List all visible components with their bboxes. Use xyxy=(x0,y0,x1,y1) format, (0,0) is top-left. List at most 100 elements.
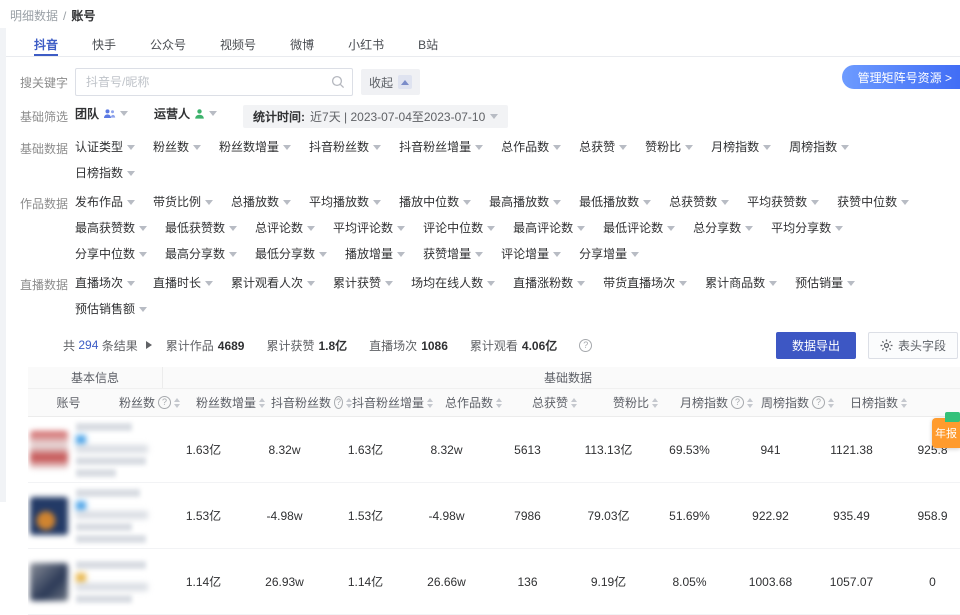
column-header[interactable]: 粉丝数 ? xyxy=(109,389,190,416)
filter-item[interactable]: 最高评论数 xyxy=(513,218,585,238)
manage-matrix-button[interactable]: 管理矩阵号资源 > xyxy=(842,65,960,89)
time-range-filter[interactable]: 统计时间: 近7天 | 2023-07-04至2023-07-10 xyxy=(243,105,508,128)
platform-tab[interactable]: B站 xyxy=(418,36,438,56)
export-data-button[interactable]: 数据导出 xyxy=(776,332,856,359)
filter-item[interactable]: 总评论数 xyxy=(255,218,315,238)
column-header[interactable]: 总获赞 ? xyxy=(514,389,595,416)
filter-item[interactable]: 分享增量 xyxy=(579,244,639,264)
filter-item[interactable]: 预估销量 xyxy=(795,273,855,293)
filter-item[interactable]: 日榜指数 xyxy=(75,163,135,183)
column-header[interactable]: 抖音粉丝数 ? xyxy=(271,389,352,416)
filter-item[interactable]: 认证类型 xyxy=(75,137,135,157)
filter-item[interactable]: 平均分享数 xyxy=(771,218,843,238)
account-cell[interactable] xyxy=(28,489,163,543)
filter-item[interactable]: 月榜指数 xyxy=(711,137,771,157)
filter-item[interactable]: 播放增量 xyxy=(345,244,405,264)
breadcrumb: 明细数据/账号 xyxy=(0,0,960,28)
filter-item[interactable]: 最低获赞数 xyxy=(165,218,237,238)
filter-item[interactable]: 总获赞数 xyxy=(669,192,729,212)
column-info-icon[interactable]: ? xyxy=(334,396,343,409)
filter-item[interactable]: 抖音粉丝数 xyxy=(309,137,381,157)
sort-icon[interactable] xyxy=(259,398,265,408)
team-filter[interactable]: 团队 xyxy=(75,105,128,122)
filter-item[interactable]: 带货比例 xyxy=(153,192,213,212)
filter-item[interactable]: 场均在线人数 xyxy=(411,273,495,293)
sort-icon[interactable] xyxy=(496,398,502,408)
filter-item[interactable]: 最高播放数 xyxy=(489,192,561,212)
platform-tab[interactable]: 视频号 xyxy=(220,36,256,56)
annual-report-badge[interactable]: 年报 xyxy=(932,418,960,448)
sort-icon[interactable] xyxy=(747,398,753,408)
filter-item[interactable]: 粉丝数增量 xyxy=(219,137,291,157)
filter-item[interactable]: 获赞增量 xyxy=(423,244,483,264)
table-row[interactable]: 1.53亿-4.98w1.53亿-4.98w798679.03亿51.69%92… xyxy=(28,483,960,549)
filter-item[interactable]: 带货直播场次 xyxy=(603,273,687,293)
filter-item[interactable]: 发布作品 xyxy=(75,192,135,212)
column-header[interactable]: 抖音粉丝增量 ? xyxy=(352,389,433,416)
filter-item[interactable]: 平均获赞数 xyxy=(747,192,819,212)
filter-item[interactable]: 平均评论数 xyxy=(333,218,405,238)
column-header[interactable]: 总作品数 ? xyxy=(433,389,514,416)
search-icon[interactable] xyxy=(331,75,345,89)
platform-tab[interactable]: 抖音 xyxy=(34,36,58,56)
breadcrumb-parent[interactable]: 明细数据 xyxy=(10,9,58,23)
platform-tab[interactable]: 小红书 xyxy=(348,36,384,56)
sort-icon[interactable] xyxy=(571,398,577,408)
filter-item[interactable]: 平均播放数 xyxy=(309,192,381,212)
filter-item[interactable]: 分享中位数 xyxy=(75,244,147,264)
filter-item[interactable]: 评论增量 xyxy=(501,244,561,264)
sort-icon[interactable] xyxy=(174,398,180,408)
column-header[interactable]: 粉丝数增量 ? xyxy=(190,389,271,416)
filter-item[interactable]: 周榜指数 xyxy=(789,137,849,157)
filter-item[interactable]: 最高获赞数 xyxy=(75,218,147,238)
filter-item[interactable]: 累计观看人次 xyxy=(231,273,315,293)
filter-item[interactable]: 直播场次 xyxy=(75,273,135,293)
table-cell: 941 xyxy=(730,443,811,457)
filter-item[interactable]: 最低播放数 xyxy=(579,192,651,212)
filter-item[interactable]: 最低评论数 xyxy=(603,218,675,238)
sort-icon[interactable] xyxy=(828,398,834,408)
help-icon[interactable]: ? xyxy=(579,339,592,352)
column-info-icon[interactable]: ? xyxy=(731,396,744,409)
filter-item[interactable]: 赞粉比 xyxy=(645,137,693,157)
filter-item[interactable]: 预估销售额 xyxy=(75,299,147,319)
filter-item[interactable]: 总作品数 xyxy=(501,137,561,157)
filter-item[interactable]: 累计获赞 xyxy=(333,273,393,293)
column-header[interactable]: 月榜指数 ? xyxy=(676,389,757,416)
column-info-icon[interactable]: ? xyxy=(158,396,171,409)
filter-item[interactable]: 评论中位数 xyxy=(423,218,495,238)
filter-item[interactable]: 总获赞 xyxy=(579,137,627,157)
column-header[interactable]: 账号 ? xyxy=(28,389,109,416)
filter-item[interactable]: 最低分享数 xyxy=(255,244,327,264)
account-cell[interactable] xyxy=(28,561,163,603)
search-input[interactable] xyxy=(75,68,353,96)
collapse-button[interactable]: 收起 xyxy=(361,69,420,95)
filter-item[interactable]: 累计商品数 xyxy=(705,273,777,293)
filter-item[interactable]: 粉丝数 xyxy=(153,137,201,157)
filter-item[interactable]: 抖音粉丝增量 xyxy=(399,137,483,157)
table-row[interactable]: 1.14亿26.93w1.14亿26.66w1369.19亿8.05%1003.… xyxy=(28,549,960,615)
filter-item[interactable]: 最高分享数 xyxy=(165,244,237,264)
column-info-icon[interactable]: ? xyxy=(812,396,825,409)
expand-stats-icon[interactable] xyxy=(146,341,152,349)
operator-filter[interactable]: 运营人 xyxy=(154,105,217,122)
header-fields-button[interactable]: 表头字段 xyxy=(868,332,958,359)
column-header[interactable]: 赞粉比 ? xyxy=(595,389,676,416)
platform-tab[interactable]: 快手 xyxy=(92,36,116,56)
filter-item[interactable]: 直播时长 xyxy=(153,273,213,293)
table-cell: 1.53亿 xyxy=(325,507,406,524)
filter-item[interactable]: 获赞中位数 xyxy=(837,192,909,212)
table-cell: -4.98w xyxy=(406,509,487,523)
filter-item[interactable]: 总播放数 xyxy=(231,192,291,212)
platform-tab[interactable]: 微博 xyxy=(290,36,314,56)
column-header[interactable]: 周榜指数 ? xyxy=(757,389,838,416)
sort-icon[interactable] xyxy=(652,398,658,408)
sort-icon[interactable] xyxy=(901,398,907,408)
column-header[interactable]: 日榜指数 ? xyxy=(838,389,919,416)
filter-item[interactable]: 总分享数 xyxy=(693,218,753,238)
table-row[interactable]: 1.63亿8.32w1.63亿8.32w5613113.13亿69.53%941… xyxy=(28,417,960,483)
filter-item[interactable]: 直播涨粉数 xyxy=(513,273,585,293)
platform-tab[interactable]: 公众号 xyxy=(150,36,186,56)
filter-item[interactable]: 播放中位数 xyxy=(399,192,471,212)
account-cell[interactable] xyxy=(28,423,163,477)
